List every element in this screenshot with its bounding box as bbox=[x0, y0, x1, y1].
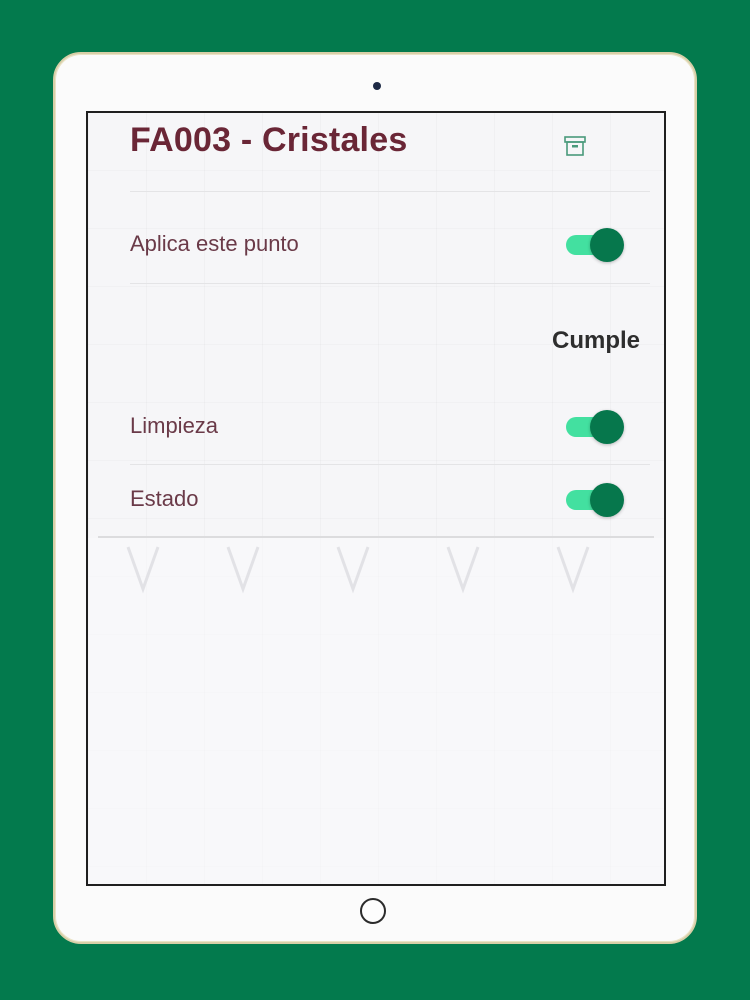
section-header: Cumple bbox=[552, 327, 641, 354]
home-button[interactable] bbox=[360, 898, 386, 924]
background-pattern-icon bbox=[336, 546, 370, 594]
app-screen: FA003 - Cristales Aplica este punto Cump… bbox=[86, 111, 666, 886]
divider bbox=[130, 191, 650, 192]
applies-toggle[interactable] bbox=[566, 227, 624, 263]
divider bbox=[130, 464, 650, 465]
background-pattern-icon bbox=[226, 546, 260, 594]
tablet-frame: FA003 - Cristales Aplica este punto Cump… bbox=[53, 52, 697, 944]
camera-dot bbox=[373, 82, 381, 90]
background-pattern-icon bbox=[446, 546, 480, 594]
estado-toggle[interactable] bbox=[566, 482, 624, 518]
toggle-thumb bbox=[590, 410, 624, 444]
archive-icon[interactable] bbox=[562, 133, 588, 159]
panel-edge bbox=[98, 536, 654, 538]
page-title: FA003 - Cristales bbox=[130, 121, 408, 159]
divider bbox=[130, 283, 650, 284]
background-pattern-icon bbox=[126, 546, 160, 594]
toggle-thumb bbox=[590, 483, 624, 517]
applies-label: Aplica este punto bbox=[130, 231, 299, 256]
limpieza-label: Limpieza bbox=[130, 413, 219, 438]
toggle-thumb bbox=[590, 228, 624, 262]
limpieza-toggle[interactable] bbox=[566, 409, 624, 445]
estado-label: Estado bbox=[130, 486, 199, 511]
background-pattern-icon bbox=[556, 546, 590, 594]
header: FA003 - Cristales bbox=[88, 113, 664, 193]
